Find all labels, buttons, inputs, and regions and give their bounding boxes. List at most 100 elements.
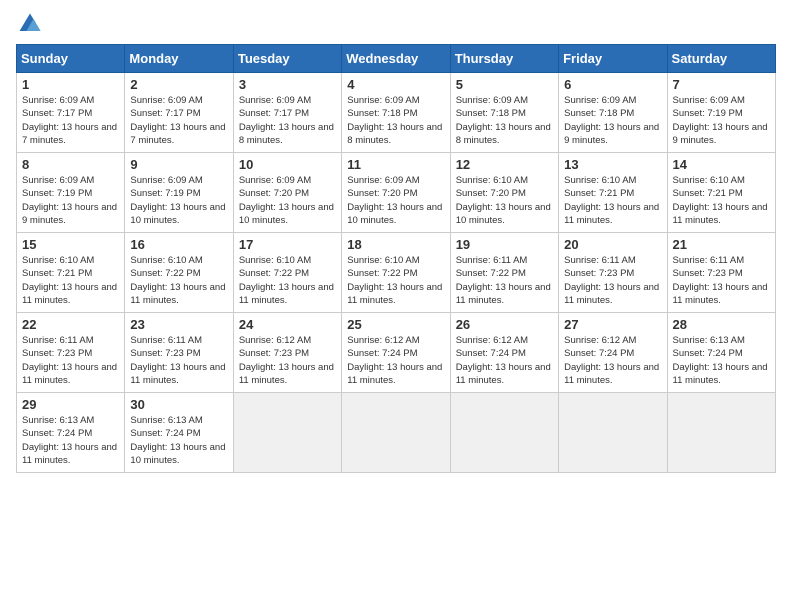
day-number: 28 xyxy=(673,317,770,332)
day-number: 26 xyxy=(456,317,553,332)
day-info: Sunrise: 6:13 AM Sunset: 7:24 PM Dayligh… xyxy=(22,414,119,467)
day-info: Sunrise: 6:09 AM Sunset: 7:19 PM Dayligh… xyxy=(130,174,227,227)
logo xyxy=(16,10,48,38)
calendar-cell: 12 Sunrise: 6:10 AM Sunset: 7:20 PM Dayl… xyxy=(450,153,558,233)
calendar-cell xyxy=(559,393,667,473)
day-number: 13 xyxy=(564,157,661,172)
calendar-cell: 15 Sunrise: 6:10 AM Sunset: 7:21 PM Dayl… xyxy=(17,233,125,313)
day-info: Sunrise: 6:09 AM Sunset: 7:17 PM Dayligh… xyxy=(22,94,119,147)
calendar-week-3: 15 Sunrise: 6:10 AM Sunset: 7:21 PM Dayl… xyxy=(17,233,776,313)
calendar-cell: 23 Sunrise: 6:11 AM Sunset: 7:23 PM Dayl… xyxy=(125,313,233,393)
calendar-cell: 1 Sunrise: 6:09 AM Sunset: 7:17 PM Dayli… xyxy=(17,73,125,153)
calendar-cell: 2 Sunrise: 6:09 AM Sunset: 7:17 PM Dayli… xyxy=(125,73,233,153)
calendar-cell: 3 Sunrise: 6:09 AM Sunset: 7:17 PM Dayli… xyxy=(233,73,341,153)
day-info: Sunrise: 6:13 AM Sunset: 7:24 PM Dayligh… xyxy=(130,414,227,467)
calendar-cell: 16 Sunrise: 6:10 AM Sunset: 7:22 PM Dayl… xyxy=(125,233,233,313)
day-number: 5 xyxy=(456,77,553,92)
day-number: 3 xyxy=(239,77,336,92)
day-info: Sunrise: 6:12 AM Sunset: 7:24 PM Dayligh… xyxy=(456,334,553,387)
calendar-cell: 26 Sunrise: 6:12 AM Sunset: 7:24 PM Dayl… xyxy=(450,313,558,393)
day-info: Sunrise: 6:09 AM Sunset: 7:17 PM Dayligh… xyxy=(130,94,227,147)
day-info: Sunrise: 6:11 AM Sunset: 7:23 PM Dayligh… xyxy=(564,254,661,307)
calendar-cell: 10 Sunrise: 6:09 AM Sunset: 7:20 PM Dayl… xyxy=(233,153,341,233)
day-number: 1 xyxy=(22,77,119,92)
day-info: Sunrise: 6:11 AM Sunset: 7:23 PM Dayligh… xyxy=(130,334,227,387)
day-number: 15 xyxy=(22,237,119,252)
day-number: 23 xyxy=(130,317,227,332)
day-number: 4 xyxy=(347,77,444,92)
page: SundayMondayTuesdayWednesdayThursdayFrid… xyxy=(0,0,792,612)
day-number: 30 xyxy=(130,397,227,412)
day-number: 11 xyxy=(347,157,444,172)
logo-icon xyxy=(16,10,44,38)
day-info: Sunrise: 6:10 AM Sunset: 7:21 PM Dayligh… xyxy=(673,174,770,227)
day-number: 21 xyxy=(673,237,770,252)
calendar-cell: 6 Sunrise: 6:09 AM Sunset: 7:18 PM Dayli… xyxy=(559,73,667,153)
calendar-cell: 7 Sunrise: 6:09 AM Sunset: 7:19 PM Dayli… xyxy=(667,73,775,153)
calendar-cell: 18 Sunrise: 6:10 AM Sunset: 7:22 PM Dayl… xyxy=(342,233,450,313)
calendar-cell: 28 Sunrise: 6:13 AM Sunset: 7:24 PM Dayl… xyxy=(667,313,775,393)
calendar-cell xyxy=(233,393,341,473)
calendar-cell xyxy=(667,393,775,473)
calendar-cell: 9 Sunrise: 6:09 AM Sunset: 7:19 PM Dayli… xyxy=(125,153,233,233)
calendar-cell xyxy=(342,393,450,473)
day-info: Sunrise: 6:09 AM Sunset: 7:20 PM Dayligh… xyxy=(239,174,336,227)
day-info: Sunrise: 6:09 AM Sunset: 7:20 PM Dayligh… xyxy=(347,174,444,227)
day-header-tuesday: Tuesday xyxy=(233,45,341,73)
day-number: 27 xyxy=(564,317,661,332)
calendar-cell: 17 Sunrise: 6:10 AM Sunset: 7:22 PM Dayl… xyxy=(233,233,341,313)
day-header-wednesday: Wednesday xyxy=(342,45,450,73)
calendar-cell: 14 Sunrise: 6:10 AM Sunset: 7:21 PM Dayl… xyxy=(667,153,775,233)
day-info: Sunrise: 6:10 AM Sunset: 7:21 PM Dayligh… xyxy=(22,254,119,307)
day-number: 14 xyxy=(673,157,770,172)
day-info: Sunrise: 6:10 AM Sunset: 7:22 PM Dayligh… xyxy=(130,254,227,307)
day-number: 16 xyxy=(130,237,227,252)
calendar-cell: 13 Sunrise: 6:10 AM Sunset: 7:21 PM Dayl… xyxy=(559,153,667,233)
day-number: 19 xyxy=(456,237,553,252)
calendar-week-5: 29 Sunrise: 6:13 AM Sunset: 7:24 PM Dayl… xyxy=(17,393,776,473)
day-info: Sunrise: 6:10 AM Sunset: 7:21 PM Dayligh… xyxy=(564,174,661,227)
calendar-cell xyxy=(450,393,558,473)
calendar-cell: 5 Sunrise: 6:09 AM Sunset: 7:18 PM Dayli… xyxy=(450,73,558,153)
day-number: 7 xyxy=(673,77,770,92)
day-number: 22 xyxy=(22,317,119,332)
day-info: Sunrise: 6:09 AM Sunset: 7:17 PM Dayligh… xyxy=(239,94,336,147)
day-info: Sunrise: 6:11 AM Sunset: 7:23 PM Dayligh… xyxy=(22,334,119,387)
day-number: 24 xyxy=(239,317,336,332)
day-info: Sunrise: 6:09 AM Sunset: 7:18 PM Dayligh… xyxy=(347,94,444,147)
day-info: Sunrise: 6:09 AM Sunset: 7:19 PM Dayligh… xyxy=(673,94,770,147)
day-header-friday: Friday xyxy=(559,45,667,73)
day-info: Sunrise: 6:09 AM Sunset: 7:18 PM Dayligh… xyxy=(456,94,553,147)
calendar-cell: 4 Sunrise: 6:09 AM Sunset: 7:18 PM Dayli… xyxy=(342,73,450,153)
day-number: 29 xyxy=(22,397,119,412)
calendar: SundayMondayTuesdayWednesdayThursdayFrid… xyxy=(16,44,776,473)
calendar-cell: 29 Sunrise: 6:13 AM Sunset: 7:24 PM Dayl… xyxy=(17,393,125,473)
day-info: Sunrise: 6:10 AM Sunset: 7:22 PM Dayligh… xyxy=(347,254,444,307)
header xyxy=(16,10,776,38)
calendar-cell: 19 Sunrise: 6:11 AM Sunset: 7:22 PM Dayl… xyxy=(450,233,558,313)
day-number: 17 xyxy=(239,237,336,252)
day-info: Sunrise: 6:12 AM Sunset: 7:23 PM Dayligh… xyxy=(239,334,336,387)
day-info: Sunrise: 6:10 AM Sunset: 7:22 PM Dayligh… xyxy=(239,254,336,307)
day-number: 9 xyxy=(130,157,227,172)
day-header-monday: Monday xyxy=(125,45,233,73)
day-info: Sunrise: 6:13 AM Sunset: 7:24 PM Dayligh… xyxy=(673,334,770,387)
day-number: 8 xyxy=(22,157,119,172)
day-number: 2 xyxy=(130,77,227,92)
day-header-sunday: Sunday xyxy=(17,45,125,73)
calendar-week-1: 1 Sunrise: 6:09 AM Sunset: 7:17 PM Dayli… xyxy=(17,73,776,153)
calendar-week-4: 22 Sunrise: 6:11 AM Sunset: 7:23 PM Dayl… xyxy=(17,313,776,393)
day-info: Sunrise: 6:12 AM Sunset: 7:24 PM Dayligh… xyxy=(347,334,444,387)
day-info: Sunrise: 6:12 AM Sunset: 7:24 PM Dayligh… xyxy=(564,334,661,387)
day-header-saturday: Saturday xyxy=(667,45,775,73)
header-row: SundayMondayTuesdayWednesdayThursdayFrid… xyxy=(17,45,776,73)
calendar-header: SundayMondayTuesdayWednesdayThursdayFrid… xyxy=(17,45,776,73)
day-info: Sunrise: 6:11 AM Sunset: 7:22 PM Dayligh… xyxy=(456,254,553,307)
calendar-cell: 20 Sunrise: 6:11 AM Sunset: 7:23 PM Dayl… xyxy=(559,233,667,313)
day-header-thursday: Thursday xyxy=(450,45,558,73)
calendar-cell: 21 Sunrise: 6:11 AM Sunset: 7:23 PM Dayl… xyxy=(667,233,775,313)
day-number: 10 xyxy=(239,157,336,172)
day-number: 20 xyxy=(564,237,661,252)
calendar-cell: 25 Sunrise: 6:12 AM Sunset: 7:24 PM Dayl… xyxy=(342,313,450,393)
day-number: 18 xyxy=(347,237,444,252)
